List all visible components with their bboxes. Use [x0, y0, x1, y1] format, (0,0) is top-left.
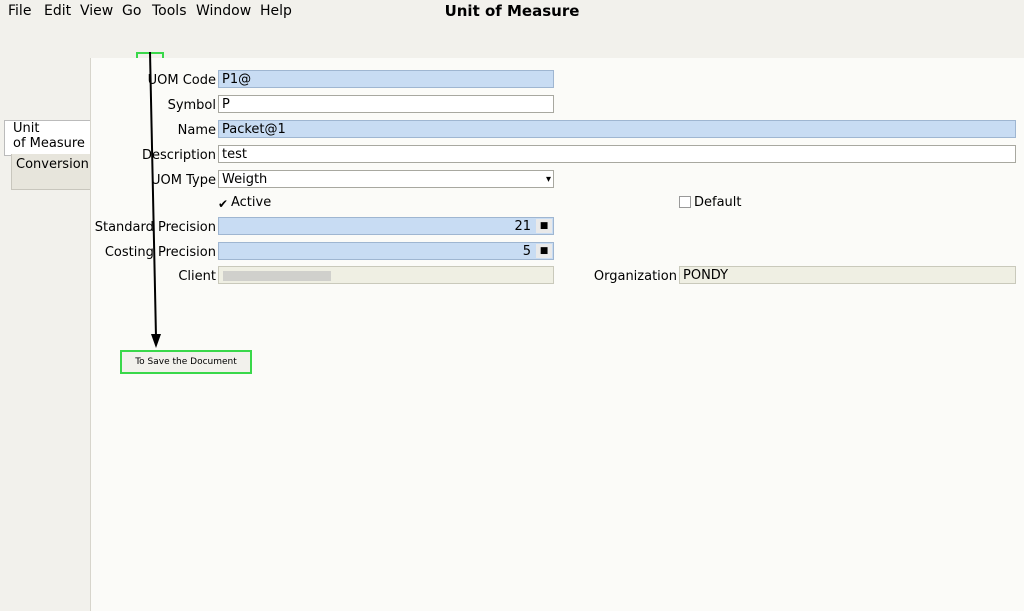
tab-conversion[interactable]: Conversion: [11, 154, 96, 190]
default-checkbox-icon[interactable]: x: [679, 196, 691, 208]
costing-precision-input[interactable]: 5 ■: [218, 242, 554, 260]
standard-precision-value: 21: [514, 219, 531, 234]
window-title: Unit of Measure: [444, 2, 580, 20]
menu-bar: File Edit View Go Tools Window Help Unit…: [0, 0, 1024, 24]
uom-code-input[interactable]: P1@: [218, 70, 554, 88]
symbol-input[interactable]: P: [218, 95, 554, 113]
client-field: x: [218, 266, 554, 284]
save-document-callout: To Save the Document: [120, 350, 252, 374]
costing-precision-stepper[interactable]: ■: [536, 244, 552, 258]
tab-unit-of-measure[interactable]: Unit of Measure: [4, 120, 100, 156]
uom-type-value: Weigth: [222, 172, 268, 187]
form-area: UOM Code P1@ Symbol P Name Packet@1 Desc…: [90, 58, 1024, 611]
active-label: Active: [231, 195, 272, 210]
active-checkbox-icon[interactable]: ✔: [218, 197, 228, 211]
organization-field: PONDY: [679, 266, 1016, 284]
standard-precision-input[interactable]: 21 ■: [218, 217, 554, 235]
chevron-down-icon: ▾: [545, 174, 551, 185]
annotation-arrow: [149, 52, 161, 348]
uom-type-select[interactable]: Weigth ▾: [218, 170, 554, 188]
default-label: Default: [694, 195, 742, 210]
organization-label: Organization: [593, 269, 677, 284]
description-input[interactable]: test: [218, 145, 1016, 163]
name-input[interactable]: Packet@1: [218, 120, 1016, 138]
tab-panel: Unit of Measure Conversion: [0, 58, 100, 611]
standard-precision-stepper[interactable]: ■: [536, 219, 552, 233]
costing-precision-value: 5: [522, 244, 531, 259]
client-blur: x: [223, 271, 331, 281]
